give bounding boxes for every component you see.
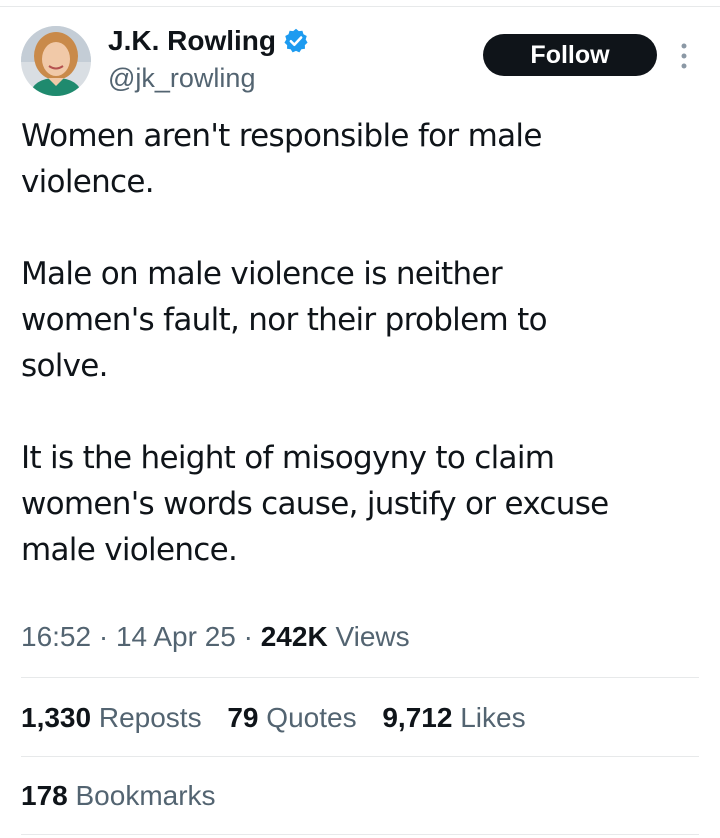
tweet-paragraph: It is the height of misogyny to claim wo… (21, 435, 701, 573)
quotes-count: 79 (227, 702, 259, 733)
engagement-stats: 1,330 Reposts 79 Quotes 9,712 Likes (21, 696, 544, 740)
bookmarks-count: 178 (21, 780, 68, 811)
display-name[interactable]: J.K. Rowling (108, 22, 310, 60)
quotes-label: Quotes (266, 702, 357, 733)
views-label[interactable]: Views (335, 621, 409, 652)
bookmarks-label: Bookmarks (75, 780, 216, 811)
tweet-line: violence. (21, 164, 155, 200)
reposts-stat[interactable]: 1,330 Reposts (21, 696, 202, 740)
likes-stat[interactable]: 9,712 Likes (382, 696, 525, 740)
avatar-image (21, 26, 91, 96)
divider (21, 834, 699, 835)
tweet-line: women's fault, nor their problem to (21, 302, 548, 338)
tweet-paragraph: Male on male violence is neither women's… (21, 251, 701, 389)
meta-separator: · (243, 621, 253, 652)
quotes-stat[interactable]: 79 Quotes (227, 696, 356, 740)
tweet-date[interactable]: 14 Apr 25 (116, 621, 236, 652)
handle[interactable]: @jk_rowling (108, 60, 255, 96)
top-divider (0, 6, 720, 7)
tweet-line: Women aren't responsible for male (21, 118, 542, 154)
tweet-line: male violence. (21, 532, 238, 568)
tweet-line: It is the height of misogyny to claim (21, 440, 555, 476)
tweet-paragraph: Women aren't responsible for male violen… (21, 113, 701, 205)
bookmarks-stat[interactable]: 178 Bookmarks (21, 774, 216, 818)
likes-label: Likes (460, 702, 526, 733)
follow-button[interactable]: Follow (483, 34, 657, 76)
tweet-line: Male on male violence is neither (21, 256, 503, 292)
meta-separator: · (98, 621, 109, 652)
tweet-meta: 16:52 · 14 Apr 25 · 242K Views (21, 615, 410, 659)
verified-badge-icon (282, 27, 310, 55)
views-count[interactable]: 242K (261, 621, 328, 652)
tweet-line: solve. (21, 348, 109, 384)
tweet-text: Women aren't responsible for male violen… (21, 113, 701, 573)
display-name-text[interactable]: J.K. Rowling (108, 22, 276, 60)
divider (21, 677, 699, 678)
avatar[interactable] (21, 26, 91, 96)
likes-count: 9,712 (382, 702, 453, 733)
reposts-count: 1,330 (21, 702, 92, 733)
more-vertical-icon[interactable] (677, 41, 691, 71)
tweet-line: women's words cause, justify or excuse (21, 486, 609, 522)
reposts-label: Reposts (98, 702, 202, 733)
tweet-time[interactable]: 16:52 (21, 621, 91, 652)
divider (21, 756, 699, 757)
